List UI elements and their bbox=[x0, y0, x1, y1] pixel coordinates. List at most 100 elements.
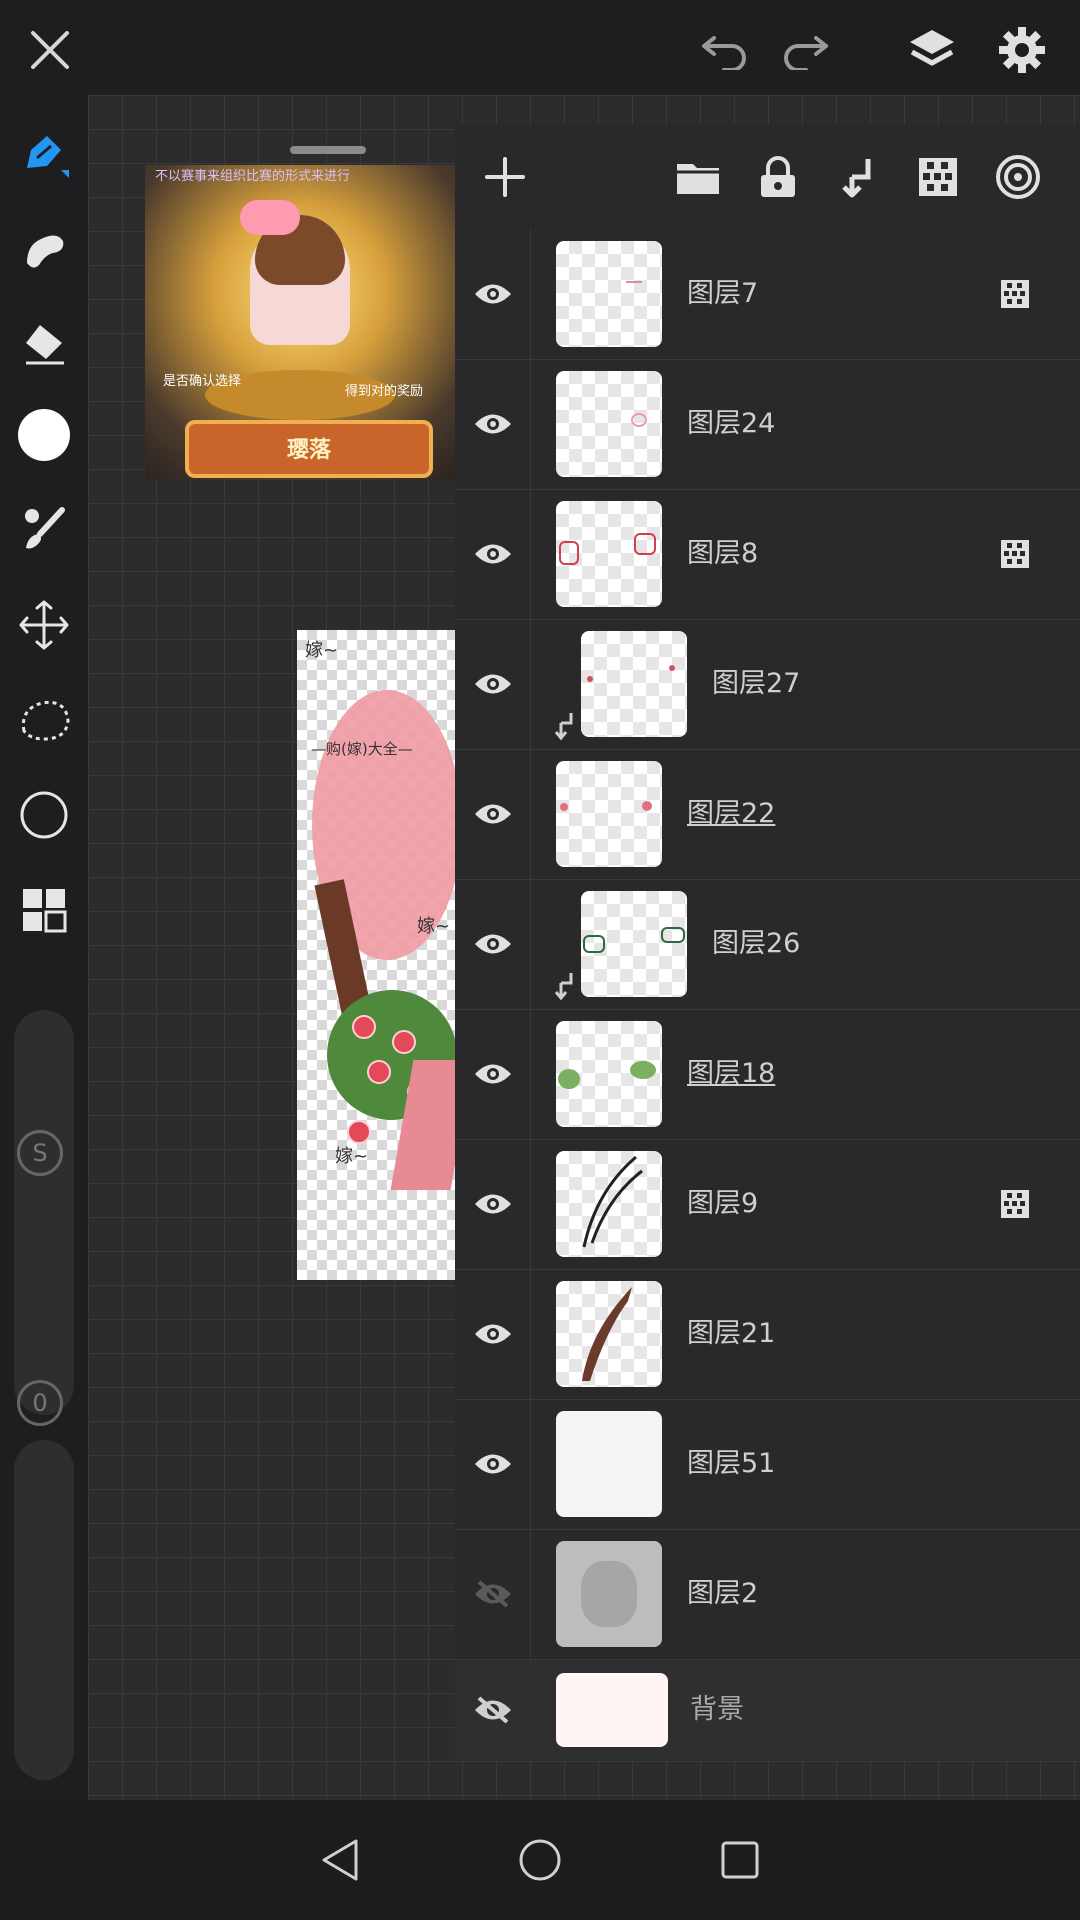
shape-tool[interactable] bbox=[0, 775, 88, 855]
visibility-toggle[interactable] bbox=[455, 1660, 530, 1760]
lock-icon bbox=[761, 156, 795, 197]
layer-row[interactable]: 图层51 bbox=[455, 1399, 1080, 1530]
layer-row[interactable]: 图层27 bbox=[455, 619, 1080, 750]
nav-home-button[interactable] bbox=[505, 1825, 575, 1895]
artwork-label: —购(嫁)大全— bbox=[311, 740, 413, 758]
layer-row[interactable]: 图层21 bbox=[455, 1269, 1080, 1400]
reference-name-banner: 璎落 bbox=[185, 420, 433, 478]
layer-thumbnail bbox=[581, 631, 687, 737]
pen-icon bbox=[27, 136, 69, 178]
layer-row[interactable]: 图层7 bbox=[455, 229, 1080, 360]
layer-name: 图层22 bbox=[687, 798, 776, 829]
nav-recents-button[interactable] bbox=[705, 1825, 775, 1895]
layer-name: 图层9 bbox=[687, 1188, 759, 1219]
reference-caption-left: 是否确认选择 bbox=[163, 374, 242, 389]
layer-thumbnail bbox=[581, 891, 687, 997]
color-picker-tool[interactable] bbox=[0, 395, 88, 475]
pen-tool[interactable] bbox=[0, 115, 88, 195]
close-icon bbox=[31, 31, 69, 69]
plus-icon bbox=[485, 157, 525, 197]
gallery-tool[interactable] bbox=[0, 870, 88, 950]
eye-icon bbox=[474, 544, 511, 564]
blend-mode-button[interactable] bbox=[988, 147, 1048, 207]
tool-bar: S 0 bbox=[0, 95, 88, 1800]
folder-icon bbox=[677, 164, 719, 194]
background-layer-row[interactable]: 背景 bbox=[455, 1660, 1080, 1760]
brush-opacity-slider[interactable]: 0 bbox=[14, 1380, 74, 1780]
layer-thumbnail bbox=[556, 1021, 662, 1127]
clip-arrow-icon bbox=[554, 713, 573, 741]
layer-row[interactable]: 图层26 bbox=[455, 879, 1080, 1010]
smudge-icon bbox=[27, 235, 64, 268]
layer-name: 图层26 bbox=[712, 928, 801, 959]
layer-panel-header bbox=[455, 125, 1080, 230]
artwork-flower bbox=[392, 1030, 416, 1054]
checkerboard-icon bbox=[1001, 540, 1029, 568]
nav-back-button[interactable] bbox=[305, 1825, 375, 1895]
layer-thumbnail bbox=[556, 1281, 662, 1387]
visibility-toggle[interactable] bbox=[455, 359, 531, 489]
circle-icon bbox=[20, 791, 68, 839]
layer-name: 图层27 bbox=[712, 668, 801, 699]
visibility-toggle[interactable] bbox=[455, 1399, 531, 1529]
redo-button[interactable] bbox=[775, 20, 835, 80]
layer-name: 图层2 bbox=[687, 1578, 759, 1609]
layers-icon bbox=[910, 30, 954, 66]
layer-name: 图层24 bbox=[687, 408, 776, 439]
brush-size-knob[interactable]: S bbox=[17, 1130, 63, 1176]
visibility-toggle[interactable] bbox=[455, 749, 531, 879]
eraser-tool[interactable] bbox=[0, 303, 88, 383]
undo-button[interactable] bbox=[695, 20, 755, 80]
settings-button[interactable] bbox=[990, 18, 1054, 82]
reference-image[interactable]: 不以赛事来组织比赛的形式来进行 是否确认选择 得到对的奖励 璎落 bbox=[145, 165, 455, 480]
eraser-icon bbox=[26, 325, 64, 365]
artwork-flower bbox=[352, 1015, 376, 1039]
redo-icon bbox=[784, 36, 828, 70]
layer-row[interactable]: 图层8 bbox=[455, 489, 1080, 620]
layer-row[interactable]: 图层24 bbox=[455, 359, 1080, 490]
visibility-toggle[interactable] bbox=[455, 1529, 531, 1659]
visibility-toggle[interactable] bbox=[455, 229, 531, 359]
layer-name: 背景 bbox=[690, 1694, 744, 1725]
visibility-toggle[interactable] bbox=[455, 619, 531, 749]
transform-tool[interactable] bbox=[0, 585, 88, 665]
layer-thumbnail bbox=[556, 1541, 662, 1647]
new-folder-button[interactable] bbox=[668, 147, 728, 207]
lasso-select-tool[interactable] bbox=[0, 680, 88, 760]
layer-row[interactable]: 图层18 bbox=[455, 1009, 1080, 1140]
visibility-toggle[interactable] bbox=[455, 1269, 531, 1399]
layer-thumbnail bbox=[556, 241, 662, 347]
lock-layer-button[interactable] bbox=[748, 147, 808, 207]
visibility-toggle[interactable] bbox=[455, 489, 531, 619]
panel-drag-handle[interactable] bbox=[290, 146, 366, 154]
layer-thumbnail bbox=[556, 501, 662, 607]
top-bar bbox=[0, 0, 1080, 95]
close-button[interactable] bbox=[20, 20, 80, 80]
visibility-toggle[interactable] bbox=[455, 879, 531, 1009]
alpha-lock-button[interactable] bbox=[908, 147, 968, 207]
smudge-tool[interactable] bbox=[0, 210, 88, 290]
artwork-preview[interactable]: 嫁~ —购(嫁)大全— 嫁~ 嫁~ bbox=[297, 630, 457, 1280]
background-color-swatch[interactable] bbox=[556, 1673, 668, 1747]
reference-top-text: 不以赛事来组织比赛的形式来进行 bbox=[155, 169, 351, 184]
layers-button[interactable] bbox=[900, 18, 964, 82]
eye-icon bbox=[474, 1194, 511, 1214]
layer-name: 图层7 bbox=[687, 278, 759, 309]
layer-row[interactable]: 图层9 bbox=[455, 1139, 1080, 1270]
layer-panel: 图层7 图层24 图层8 图层27 图层22 图层26 图层18 图层9 图层2… bbox=[455, 125, 1080, 1760]
checkerboard-icon bbox=[1001, 1190, 1029, 1218]
add-layer-button[interactable] bbox=[475, 147, 535, 207]
clipping-mask-button[interactable] bbox=[828, 147, 888, 207]
eye-icon bbox=[474, 1064, 511, 1084]
brush-opacity-knob[interactable]: 0 bbox=[17, 1380, 63, 1426]
layer-thumbnail bbox=[556, 761, 662, 867]
brush-settings-tool[interactable] bbox=[0, 490, 88, 570]
layer-row[interactable]: 图层2 bbox=[455, 1529, 1080, 1660]
visibility-toggle[interactable] bbox=[455, 1009, 531, 1139]
grid-icon bbox=[23, 889, 67, 933]
brush-size-slider[interactable]: S bbox=[14, 1010, 74, 1415]
visibility-toggle[interactable] bbox=[455, 1139, 531, 1269]
layer-row[interactable]: 图层22 bbox=[455, 749, 1080, 880]
layer-thumbnail bbox=[556, 371, 662, 477]
eye-icon bbox=[474, 804, 511, 824]
